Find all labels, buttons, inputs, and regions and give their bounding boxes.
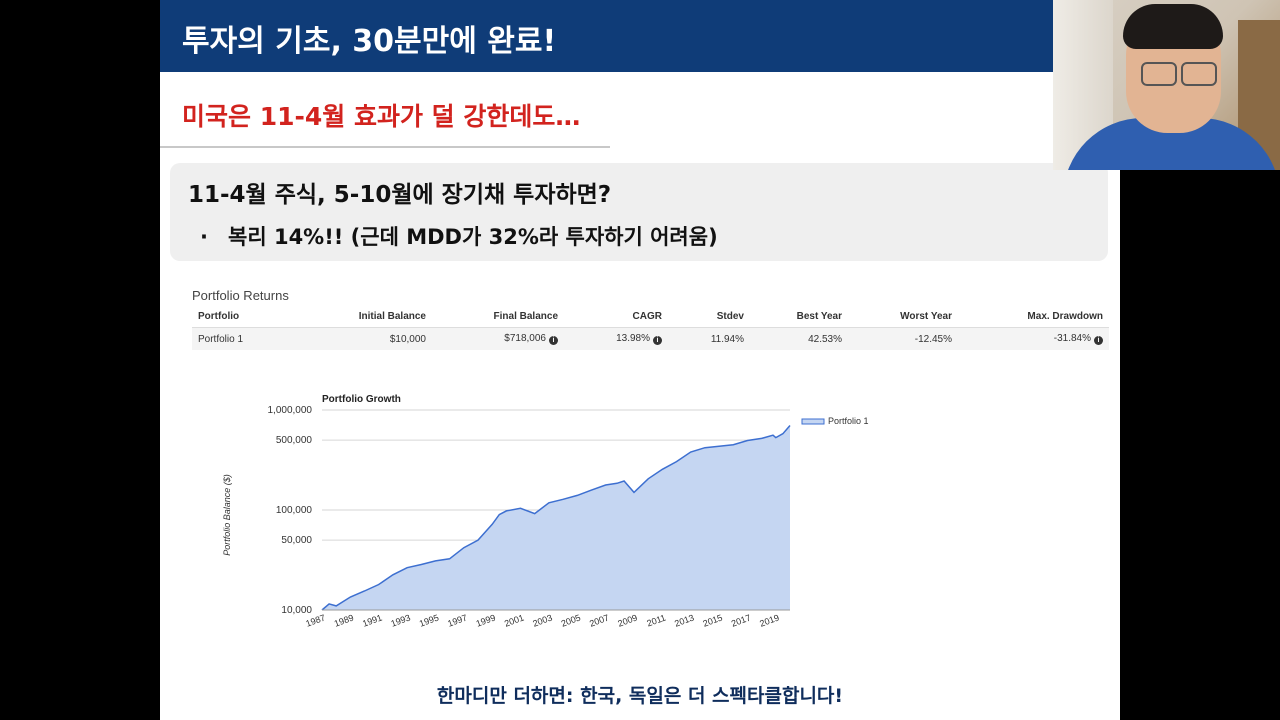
series-area-fill	[322, 425, 790, 610]
x-tick-label: 1997	[446, 612, 468, 628]
x-axis: 1987 1989 1991 1993 1995 1997 1999 2001 2003 2005…	[304, 609, 790, 629]
y-tick-label: 500,000	[276, 435, 313, 446]
legend-label: Portfolio 1	[828, 416, 869, 426]
presenter-webcam	[1053, 0, 1280, 170]
table-header-row: Portfolio Initial Balance Final Balance …	[192, 306, 1109, 328]
x-tick-label: 2013	[673, 612, 695, 628]
x-tick-label: 2001	[503, 612, 525, 628]
column-header-cagr: CAGR	[564, 306, 668, 328]
chart-legend: Portfolio 1	[801, 416, 869, 426]
x-tick-label: 1995	[418, 612, 440, 628]
presenter-glasses-left	[1141, 62, 1177, 86]
x-tick-label: 2009	[616, 612, 638, 628]
y-axis-label: Portfolio Balance ($)	[222, 474, 232, 556]
x-tick-label: 2017	[730, 612, 752, 628]
x-tick-label: 2007	[588, 612, 610, 628]
x-tick-label: 1991	[361, 612, 383, 628]
info-circle-icon[interactable]: i	[549, 336, 558, 345]
table-row: Portfolio 1 $10,000 $718,006 i 13.98% i 11…	[192, 327, 1109, 350]
y-tick-label: 1,000,000	[268, 405, 313, 416]
column-header-stdev: Stdev	[668, 306, 750, 328]
max-drawdown-value: -31.84%	[1053, 333, 1091, 344]
y-tick-label: 100,000	[276, 505, 313, 516]
callout-bullet-text: 복리 14%!! (근데 MDD가 32%라 투자하기 어려움)	[228, 225, 718, 249]
title-bar: 투자의 기초, 30분만에 완료!	[160, 0, 1120, 72]
cell-max-drawdown: -31.84% i	[958, 327, 1109, 350]
cell-cagr: 13.98% i	[564, 327, 668, 350]
y-tick-label: 50,000	[281, 535, 312, 546]
column-header-initial-balance: Initial Balance	[314, 306, 432, 328]
callout-box: 11-4월 주식, 5-10월에 장기채 투자하면? · 복리 14%!! (근데…	[170, 163, 1108, 261]
cell-portfolio: Portfolio 1	[192, 327, 314, 350]
x-tick-label: 2019	[758, 612, 780, 628]
callout-heading: 11-4월 주식, 5-10월에 장기채 투자하면?	[188, 182, 612, 208]
column-header-final-balance: Final Balance	[432, 306, 564, 328]
column-header-worst-year: Worst Year	[848, 306, 958, 328]
bullet-marker: ·	[200, 225, 208, 249]
subtitle-divider	[160, 146, 610, 148]
cell-initial-balance: $10,000	[314, 327, 432, 350]
cell-stdev: 11.94%	[668, 327, 750, 350]
slide-subtitle: 미국은 11-4월 효과가 덜 강한데도…	[182, 102, 581, 131]
x-tick-label: 2015	[702, 612, 724, 628]
portfolio-returns-title: Portfolio Returns	[192, 288, 289, 303]
x-tick-label: 2005	[560, 612, 582, 628]
x-tick-label: 1993	[390, 612, 412, 628]
x-tick-label: 1999	[475, 612, 497, 628]
column-header-portfolio: Portfolio	[192, 306, 314, 328]
legend-swatch	[801, 418, 825, 425]
portfolio-returns-table: Portfolio Initial Balance Final Balance …	[192, 306, 1109, 350]
cagr-value: 13.98%	[616, 333, 650, 344]
cell-final-balance: $718,006 i	[432, 327, 564, 350]
info-circle-icon[interactable]: i	[653, 336, 662, 345]
x-tick-label: 1989	[333, 612, 355, 628]
chart-title: Portfolio Growth	[322, 394, 401, 405]
presenter-hair	[1123, 4, 1223, 49]
info-circle-icon[interactable]: i	[1094, 336, 1103, 345]
column-header-best-year: Best Year	[750, 306, 848, 328]
slide-title: 투자의 기초, 30분만에 완료!	[182, 24, 557, 59]
y-tick-label: 10,000	[281, 605, 312, 616]
slide-footer: 한마디만 더하면: 한국, 독일은 더 스펙타클합니다!	[436, 685, 844, 707]
x-tick-label: 2003	[531, 612, 553, 628]
cell-worst-year: -12.45%	[848, 327, 958, 350]
column-header-max-drawdown: Max. Drawdown	[958, 306, 1109, 328]
portfolio-growth-chart: Portfolio Growth 10,000 50,000 100,000 500,…	[222, 394, 869, 629]
chart-area-layer	[321, 425, 791, 611]
y-axis: 10,000 50,000 100,000 500,000 1,000,000	[268, 405, 313, 616]
callout-bullet: · 복리 14%!! (근데 MDD가 32%라 투자하기 어려움)	[200, 221, 718, 251]
presentation-slide: 투자의 기초, 30분만에 완료! 미국은 11-4월 효과가 덜 강한데도… …	[160, 0, 1120, 720]
presenter-glasses-right	[1181, 62, 1217, 86]
final-balance-value: $718,006	[504, 333, 546, 344]
cell-best-year: 42.53%	[750, 327, 848, 350]
x-tick-label: 2011	[645, 612, 667, 628]
